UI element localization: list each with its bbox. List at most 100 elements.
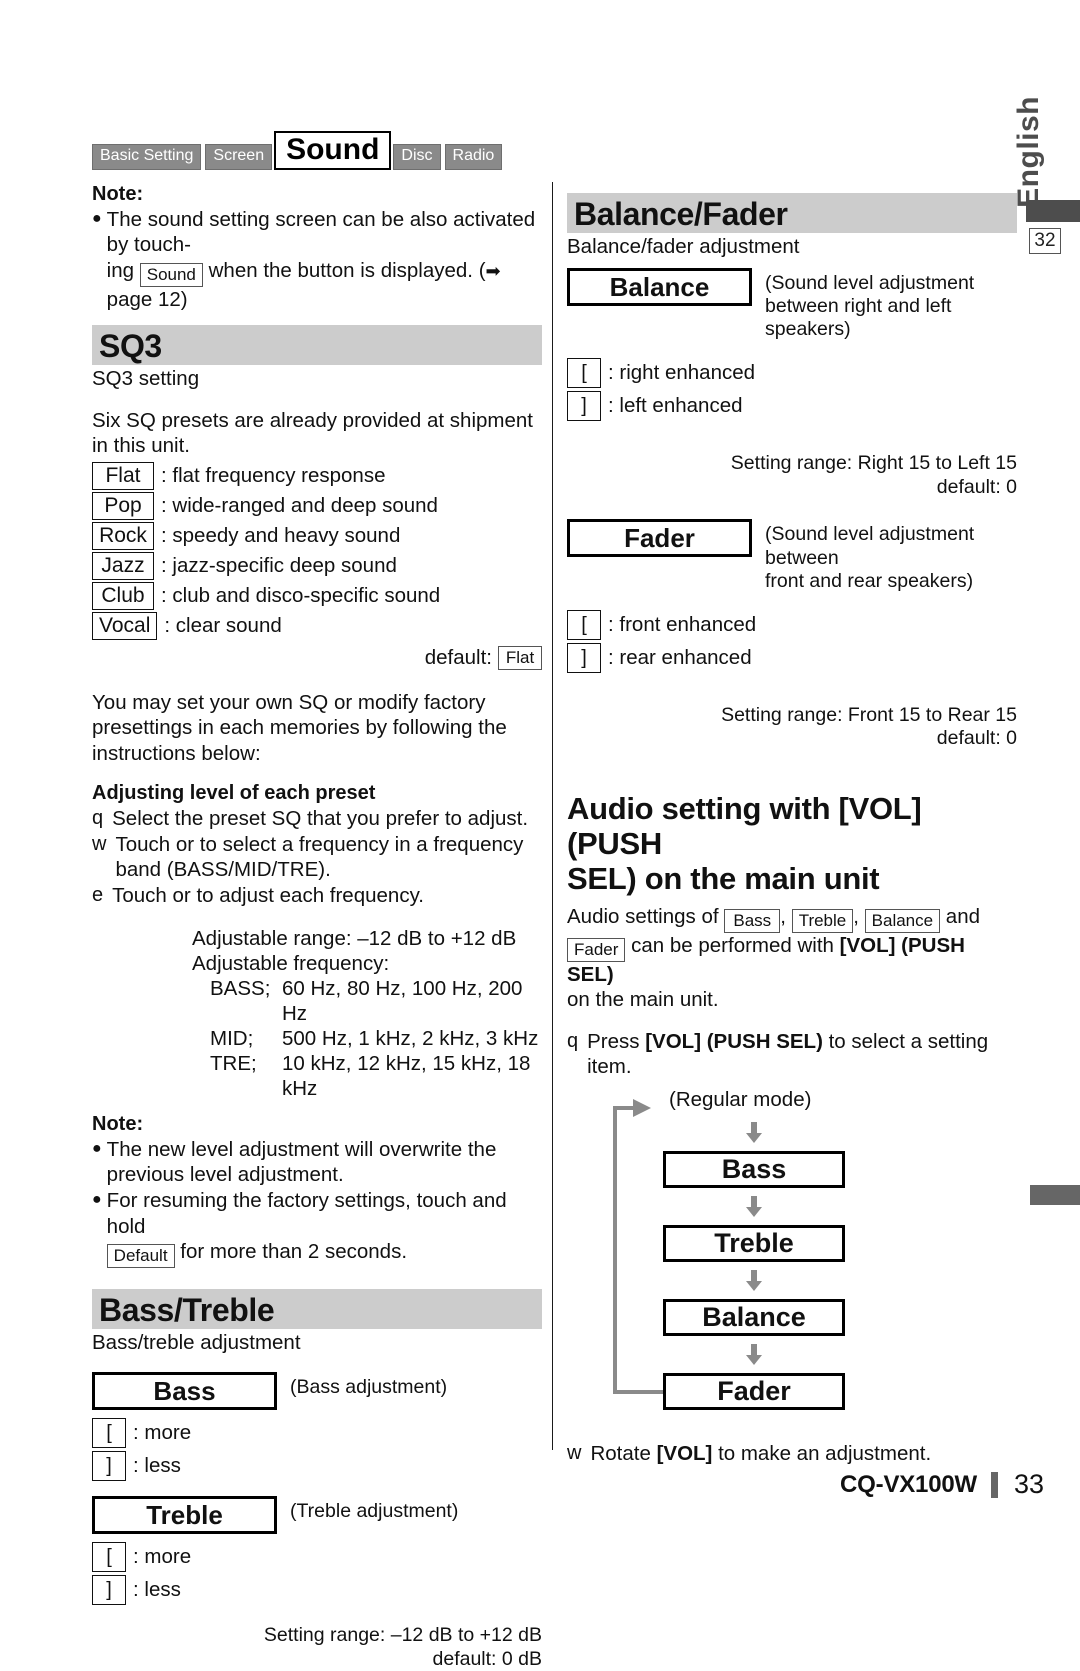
bullet-dot-icon: ●	[92, 1139, 102, 1157]
edge-dark-bar	[1026, 200, 1080, 222]
treble-up-label: : more	[133, 1544, 192, 1568]
fader-front-label: : front enhanced	[608, 612, 757, 636]
bullet-dot-icon: ●	[92, 210, 102, 227]
manual-page: English 32 Basic Setting Screen Sound Di…	[0, 0, 1080, 1670]
arrow-up-icon[interactable]: [	[92, 1417, 126, 1448]
vol-step-1: q Press [VOL] (PUSH SEL) to select a set…	[567, 1029, 1017, 1079]
arrow-right-icon[interactable]: [	[567, 357, 601, 388]
right-column: Balance/Fader Balance/fader adjustment B…	[567, 193, 1017, 1467]
chip-bass[interactable]: Bass	[724, 909, 781, 934]
flow-arrow-down-icon	[744, 1269, 764, 1292]
flow-regular-mode-label: (Regular mode)	[669, 1087, 812, 1111]
sound-button-chip[interactable]: Sound	[139, 262, 203, 287]
fader-range-line2: default: 0	[936, 727, 1017, 750]
tab-radio[interactable]: Radio	[444, 143, 503, 170]
flow-arrow-down-icon	[744, 1195, 764, 1218]
flow-arrow-down-icon	[744, 1121, 764, 1144]
chip-treble[interactable]: Treble	[791, 909, 854, 934]
freq-band-bass: BASS;	[210, 976, 271, 1000]
language-tab-english: English	[1012, 96, 1045, 208]
page-footer: CQ-VX100W 33	[0, 1469, 1080, 1500]
bullet-dot-icon: ●	[92, 1191, 102, 1209]
tab-screen[interactable]: Screen	[205, 143, 273, 170]
note-heading-top: Note:	[92, 183, 144, 205]
vol-step-2-post: to make an adjustment.	[718, 1441, 932, 1465]
bass-button-row: Bass (Bass adjustment)	[92, 1371, 542, 1410]
preset-row-club: Club : club and disco-specific sound	[92, 582, 542, 611]
balance-range-line2: default: 0	[936, 475, 1017, 498]
step-text-3: Touch or to adjust each frequency.	[112, 884, 424, 908]
section-bar-sq3: SQ3	[92, 325, 542, 366]
preset-key-flat[interactable]: Flat	[92, 462, 154, 491]
preset-desc-flat: : flat frequency response	[161, 463, 386, 487]
preset-key-jazz[interactable]: Jazz	[92, 552, 154, 581]
note-heading-bottom: Note:	[92, 1112, 144, 1135]
footer-page-number: 33	[1013, 1469, 1044, 1499]
section-subtitle-bass-treble: Bass/treble adjustment	[92, 1331, 301, 1355]
vol-intro-and: and	[945, 905, 981, 929]
note-bullet-default: ● For resuming the factory settings, tou…	[92, 1188, 542, 1269]
note-bullet-text-post: when the button is displayed. (	[208, 258, 486, 282]
step-text-1: Select the preset SQ that you prefer to …	[112, 806, 529, 830]
treble-down-row: ] : less	[92, 1574, 542, 1605]
section-subtitle-sq3: SQ3 setting	[92, 367, 200, 391]
balance-right-row: [ : right enhanced	[567, 357, 1017, 388]
section-title-balance-fader: Balance/Fader	[574, 196, 788, 232]
balance-left-row: ] : left enhanced	[567, 390, 1017, 421]
flow-box-treble[interactable]: Treble	[663, 1224, 845, 1262]
arrow-up-icon[interactable]: [	[567, 609, 601, 640]
treble-button-row: Treble (Treble adjustment)	[92, 1495, 542, 1534]
tab-disc[interactable]: Disc	[393, 143, 441, 170]
balance-button[interactable]: Balance	[567, 267, 752, 306]
arrow-up-icon[interactable]: [	[92, 1541, 126, 1572]
fader-range-line1: Setting range: Front 15 to Rear 15	[721, 703, 1017, 726]
adjust-step-3: e Touch or to adjust each frequency.	[92, 883, 542, 908]
freq-row-mid: MID; 500 Hz, 1 kHz, 2 kHz, 3 kHz	[192, 1026, 542, 1051]
bass-up-row: [ : more	[92, 1417, 542, 1448]
default-button-chip[interactable]: Default	[106, 1244, 175, 1269]
bass-button[interactable]: Bass	[92, 1371, 277, 1410]
balance-range-line1: Setting range: Right 15 to Left 15	[730, 451, 1017, 474]
preset-key-vocal[interactable]: Vocal	[92, 612, 158, 641]
vol-title-line1: Audio setting with [VOL] (PUSH	[567, 791, 922, 862]
balance-button-caption: (Sound level adjustment between right an…	[765, 268, 1017, 342]
note-bullet-default-pre: For resuming the factory settings, touch…	[106, 1189, 507, 1238]
preset-desc-pop: : wide-ranged and deep sound	[161, 493, 438, 517]
fader-rear-label: : rear enhanced	[608, 645, 752, 669]
edge-gray-mark	[1030, 1185, 1080, 1205]
vol-step-1-bold: [VOL] (PUSH SEL)	[645, 1029, 823, 1053]
vol-intro-end: on the main unit.	[567, 988, 719, 1012]
adjustable-frequency-label: Adjustable frequency:	[192, 951, 390, 975]
column-divider	[552, 182, 554, 1450]
bass-button-caption: (Bass adjustment)	[290, 1375, 448, 1398]
note-bullet-overwrite-text: The new level adjustment will overwrite …	[106, 1137, 497, 1187]
arrow-left-icon[interactable]: ]	[567, 390, 601, 421]
vol-comma-2: ,	[853, 905, 859, 929]
flow-box-bass[interactable]: Bass	[663, 1150, 845, 1188]
preset-key-pop[interactable]: Pop	[92, 492, 154, 521]
freq-row-bass: BASS; 60 Hz, 80 Hz, 100 Hz, 200 Hz	[192, 976, 542, 1026]
preset-desc-jazz: : jazz-specific deep sound	[161, 553, 397, 577]
preset-key-rock[interactable]: Rock	[92, 522, 154, 551]
vol-intro-pre: Audio settings of	[567, 905, 719, 929]
arrow-down-icon[interactable]: ]	[92, 1574, 126, 1605]
preset-key-club[interactable]: Club	[92, 582, 154, 611]
balance-left-label: : left enhanced	[608, 393, 743, 417]
treble-button[interactable]: Treble	[92, 1495, 277, 1534]
flow-box-fader[interactable]: Fader	[663, 1372, 845, 1410]
chip-fader[interactable]: Fader	[567, 938, 626, 963]
sq3-own-sq-text: You may set your own SQ or modify factor…	[92, 691, 507, 765]
chip-balance[interactable]: Balance	[864, 909, 941, 934]
note-bullet-text-part1: The sound setting screen can be also act…	[106, 208, 536, 257]
tab-sound[interactable]: Sound	[274, 131, 392, 170]
tab-basic-setting[interactable]: Basic Setting	[92, 143, 202, 170]
balance-caption-line2: between right and left speakers)	[765, 294, 952, 341]
arrow-down-icon[interactable]: ]	[567, 642, 601, 673]
fader-button[interactable]: Fader	[567, 519, 752, 558]
fader-caption-line2: front and rear speakers)	[765, 570, 974, 593]
flow-box-balance[interactable]: Balance	[663, 1298, 845, 1336]
bass-treble-range-line2: default: 0 dB	[432, 1647, 543, 1670]
vol-title-line2: SEL) on the main unit	[567, 861, 880, 897]
sq-preset-list: Flat : flat frequency response Pop : wid…	[92, 462, 542, 641]
bass-up-label: : more	[133, 1420, 192, 1444]
